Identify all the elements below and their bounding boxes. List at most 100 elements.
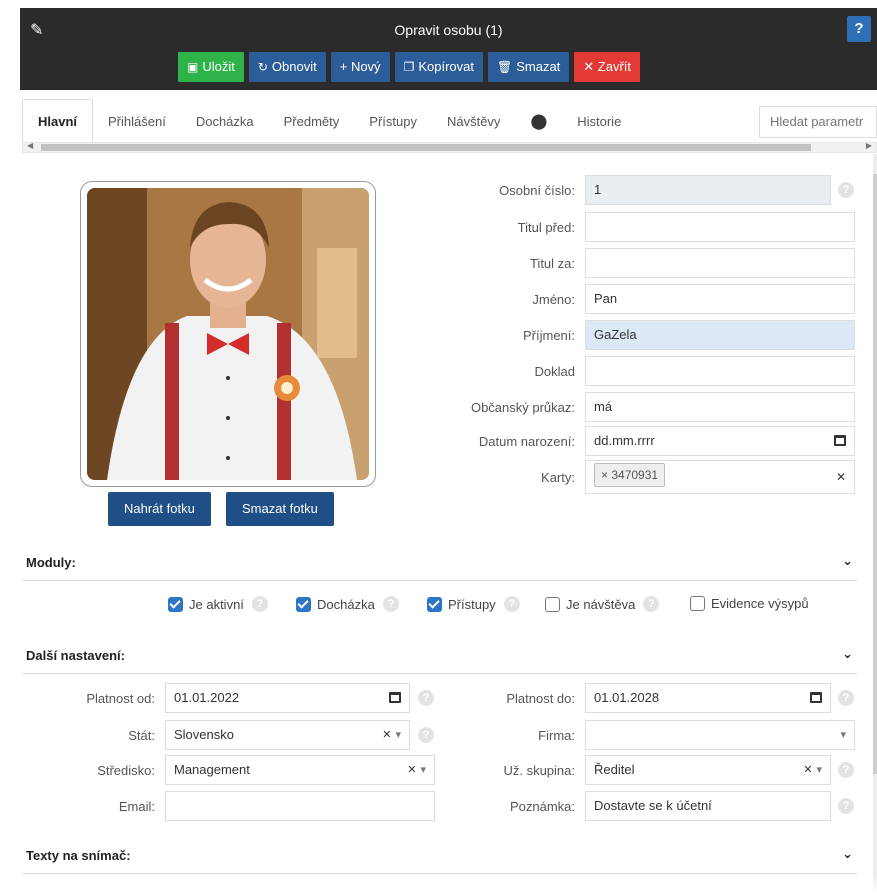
birth-date-label: Datum narození:	[478, 434, 575, 449]
title-after-label: Titul za:	[529, 256, 575, 271]
help-icon[interactable]: ?	[382, 596, 399, 612]
attendance-checkbox[interactable]: Docházka?	[296, 596, 399, 612]
access-checkbox[interactable]: Přístupy?	[427, 596, 520, 612]
id-field[interactable]: 1	[585, 175, 831, 205]
company-label: Firma:	[538, 728, 575, 743]
person-photo-illustration	[87, 188, 369, 480]
valid-to-label: Platnost do:	[506, 691, 575, 706]
person-photo	[87, 188, 369, 480]
checkbox-checked[interactable]	[168, 596, 183, 612]
clear-icon[interactable]: ✕	[836, 461, 846, 493]
select-controls[interactable]: ✕ ▾	[382, 721, 401, 749]
select-controls[interactable]: ✕ ▾	[407, 756, 426, 784]
help-icon[interactable]: ?	[838, 182, 854, 198]
scroll-right-icon[interactable]: ▶	[866, 141, 872, 150]
help-icon[interactable]: ?	[838, 690, 854, 706]
refresh-button[interactable]: ↻ Obnovit	[248, 52, 326, 82]
clear-icon[interactable]: ✕	[803, 764, 812, 776]
calendar-icon[interactable]	[810, 692, 822, 703]
tab-bar: Hlavní Přihlášení Docházka Předměty Přís…	[22, 99, 877, 144]
tab-visits[interactable]: Návštěvy	[432, 100, 515, 144]
new-button[interactable]: + Nový	[330, 52, 390, 82]
help-icon[interactable]: ?	[503, 596, 520, 612]
state-select[interactable]: Slovensko ✕ ▾	[165, 720, 410, 750]
checkbox-unchecked[interactable]	[545, 596, 560, 612]
visitor-checkbox[interactable]: Je návštěva?	[545, 596, 660, 612]
tab-main[interactable]: Hlavní	[22, 99, 94, 144]
vertical-scrollbar[interactable]	[873, 154, 877, 894]
checkbox-unchecked[interactable]	[690, 596, 705, 611]
document-field[interactable]	[585, 356, 855, 386]
cards-field[interactable]: × 3470931 ✕	[585, 460, 855, 494]
help-button[interactable]: ?	[847, 16, 871, 42]
horizontal-scrollbar[interactable]: ◀ ▶	[22, 141, 877, 153]
id-label: Osobní číslo:	[499, 183, 575, 198]
chevron-down-icon[interactable]: ⌄	[842, 646, 853, 662]
cards-label: Karty:	[541, 470, 575, 485]
tab-attendance[interactable]: Docházka	[181, 100, 269, 144]
delete-button[interactable]: 🗑 Smazat	[487, 52, 570, 82]
tab-items[interactable]: Předměty	[269, 100, 355, 144]
document-label: Doklad	[534, 364, 575, 379]
calendar-icon[interactable]	[834, 435, 846, 446]
state-label: Stát:	[128, 728, 155, 743]
tab-access[interactable]: Přístupy	[354, 100, 432, 144]
window-titlebar: ✎ Opravit osobu (1) ? ▣ Uložit ↻ Obnovit +…	[20, 8, 877, 90]
center-select[interactable]: Management ✕ ▾	[165, 755, 435, 785]
scrollbar-thumb[interactable]	[41, 144, 811, 151]
checkbox-checked[interactable]	[427, 596, 442, 612]
birth-date-field[interactable]: dd.mm.rrrr	[585, 426, 855, 456]
chevron-down-icon[interactable]: ⌄	[842, 553, 853, 569]
user-group-select[interactable]: Ředitel ✕ ▾	[585, 755, 831, 785]
section-title: Další nastavení:	[26, 648, 125, 663]
last-name-label: Příjmení:	[522, 328, 575, 343]
window-title: Opravit osobu (1)	[394, 22, 503, 38]
title-after-field[interactable]	[585, 248, 855, 278]
tab-history[interactable]: Historie	[562, 100, 636, 144]
id-card-label: Občanský průkaz:	[470, 400, 575, 415]
select-controls[interactable]: ✕ ▾	[803, 756, 822, 784]
id-card-field[interactable]: má	[585, 392, 855, 422]
parameter-search-input[interactable]	[759, 105, 877, 138]
card-chip[interactable]: × 3470931	[594, 463, 666, 487]
section-title: Moduly:	[26, 555, 76, 570]
note-field[interactable]: Dostavte se k účetní	[585, 791, 831, 821]
scrollbar-thumb[interactable]	[873, 174, 877, 774]
delete-photo-button[interactable]: Smazat fotku	[226, 492, 334, 526]
help-icon[interactable]: ?	[643, 596, 660, 612]
trash-icon: 🗑	[496, 60, 513, 74]
tab-login[interactable]: Přihlášení	[93, 100, 181, 144]
modules-section-header[interactable]: Moduly: ⌄	[22, 547, 857, 581]
email-label: Email:	[118, 799, 155, 814]
help-icon[interactable]: ?	[838, 798, 854, 814]
upload-photo-button[interactable]: Nahrát fotku	[108, 492, 211, 526]
title-before-field[interactable]	[585, 212, 855, 242]
clear-icon[interactable]: ✕	[407, 764, 416, 776]
calendar-icon[interactable]	[389, 692, 401, 703]
valid-to-field[interactable]: 01.01.2028	[585, 683, 831, 713]
toolbar: ▣ Uložit ↻ Obnovit + Nový ❐ Kopírovat 🗑 Smaz…	[178, 52, 641, 82]
company-select[interactable]: ▾	[585, 720, 855, 750]
title-before-label: Titul před:	[517, 220, 575, 235]
clear-icon[interactable]: ✕	[382, 729, 391, 741]
help-icon[interactable]: ?	[838, 762, 854, 778]
settings-section-header[interactable]: Další nastavení: ⌄	[22, 640, 857, 674]
active-checkbox[interactable]: Je aktivní?	[168, 596, 268, 612]
last-name-field[interactable]: GaZela	[585, 320, 855, 350]
reader-texts-section-header[interactable]: Texty na snímač: ⌄	[22, 840, 857, 874]
copy-button[interactable]: ❐ Kopírovat	[394, 52, 483, 82]
valid-from-field[interactable]: 01.01.2022	[165, 683, 410, 713]
info-icon[interactable]: ⬤	[515, 100, 562, 144]
photo-frame	[80, 181, 376, 487]
checkbox-checked[interactable]	[296, 596, 311, 612]
help-icon[interactable]: ?	[251, 596, 268, 612]
first-name-label: Jméno:	[532, 292, 575, 307]
chevron-down-icon[interactable]: ▾	[840, 721, 846, 749]
dump-records-checkbox[interactable]: Evidence výsypů	[690, 596, 809, 611]
close-button[interactable]: ✕ Zavřít	[574, 52, 641, 82]
scroll-left-icon[interactable]: ◀	[27, 141, 33, 150]
email-field[interactable]	[165, 791, 435, 821]
save-button[interactable]: ▣ Uložit	[178, 52, 244, 82]
first-name-field[interactable]: Pan	[585, 284, 855, 314]
chevron-down-icon[interactable]: ⌄	[842, 846, 853, 862]
